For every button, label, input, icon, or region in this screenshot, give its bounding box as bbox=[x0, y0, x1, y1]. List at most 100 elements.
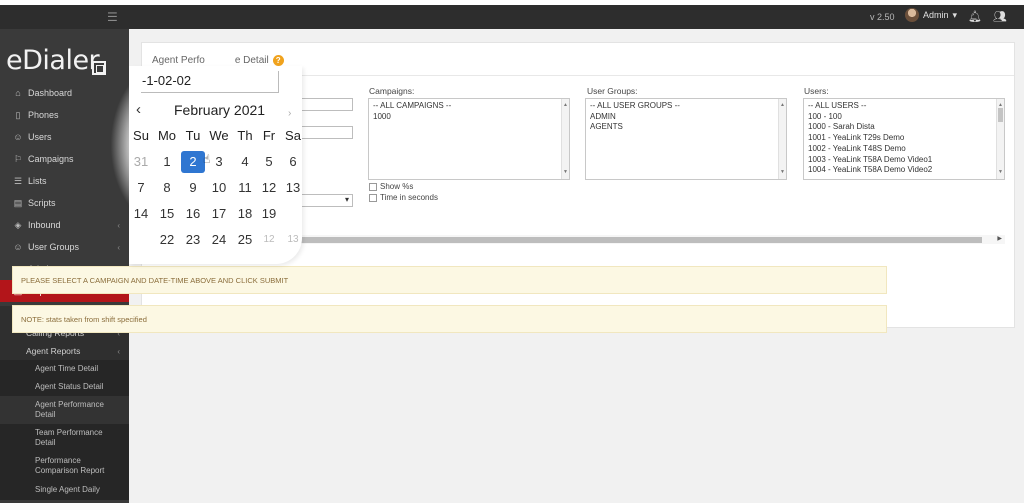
home-icon: ⌂ bbox=[15, 88, 21, 98]
list-item[interactable]: 100 - 100 bbox=[808, 112, 1000, 123]
user-menu[interactable]: Admin ▾ bbox=[905, 8, 957, 22]
weekday-header: Th bbox=[237, 128, 253, 143]
bell-icon[interactable]: 🔔︎ bbox=[968, 10, 982, 23]
list-item[interactable]: 1004 - YeaLink T58A Demo Video2 bbox=[808, 165, 1000, 176]
calendar-day[interactable]: 14 bbox=[129, 203, 153, 225]
user-groups-listbox[interactable]: -- ALL USER GROUPS -- ADMIN AGENTS ▲ ▼ bbox=[585, 98, 787, 180]
sidebar-report-agent-time-detail[interactable]: Agent Time Detail bbox=[0, 360, 129, 378]
logo-text: eDialer bbox=[6, 45, 100, 76]
list-item[interactable]: 1000 bbox=[373, 112, 565, 123]
sidebar-report-team-performance-detail[interactable]: Team Performance Detail bbox=[0, 424, 129, 452]
top-navbar: ☰ v 2.50 Admin ▾ 🔔︎ 👥︎ bbox=[0, 5, 1024, 29]
sidebar-report-performance-comparison-report[interactable]: Performance Comparison Report bbox=[0, 452, 129, 480]
sidebar-report-agent-status-detail[interactable]: Agent Status Detail bbox=[0, 378, 129, 396]
list-item[interactable]: -- ALL USERS -- bbox=[808, 101, 1000, 112]
campaigns-listbox[interactable]: -- ALL CAMPAIGNS -- 1000 ▲ ▼ bbox=[368, 98, 570, 180]
date-input[interactable]: -1-02-02 bbox=[141, 71, 279, 93]
calendar-day[interactable]: 19 bbox=[257, 203, 281, 225]
calendar-day[interactable]: 11 bbox=[233, 177, 257, 199]
help-icon[interactable]: ? bbox=[272, 55, 284, 66]
sidebar-item-user-groups[interactable]: ☺ User Groups ‹ bbox=[0, 236, 129, 258]
calendar-day[interactable]: 22 bbox=[155, 229, 179, 251]
checkbox-box[interactable] bbox=[369, 193, 377, 202]
list-item[interactable]: -- ALL CAMPAIGNS -- bbox=[373, 101, 565, 112]
sidebar-report-agent-performance-detail[interactable]: Agent Performance Detail bbox=[0, 396, 129, 424]
calendar-day[interactable]: 13 bbox=[281, 229, 305, 251]
calendar-day[interactable]: 6 bbox=[281, 151, 305, 173]
list-item[interactable]: -- ALL USER GROUPS -- bbox=[590, 101, 782, 112]
scroll-thumb[interactable] bbox=[256, 237, 982, 243]
calendar-day[interactable]: 3 bbox=[207, 151, 231, 173]
group-icon: ☺ bbox=[13, 242, 23, 252]
scrollbar[interactable]: ▲ ▼ bbox=[778, 99, 786, 179]
users-icon[interactable]: 👥︎ bbox=[993, 10, 1007, 23]
prev-month-button[interactable]: ‹ bbox=[136, 101, 141, 118]
show-percent-checkbox[interactable]: Show %s bbox=[369, 182, 413, 191]
sidebar-item-label: Scripts bbox=[28, 198, 56, 208]
calendar-day[interactable]: 10 bbox=[207, 177, 231, 199]
calendar-day[interactable]: 1 bbox=[155, 151, 179, 173]
calendar-day[interactable]: 24 bbox=[207, 229, 231, 251]
chevron-left-icon: ‹ bbox=[117, 242, 120, 252]
calendar-day[interactable]: 4 bbox=[233, 151, 257, 173]
calendar-day[interactable]: 31 bbox=[129, 151, 153, 173]
sidebar-item-label: Campaigns bbox=[28, 154, 74, 164]
submit-notice: PLEASE SELECT A CAMPAIGN AND DATE-TIME A… bbox=[12, 266, 887, 294]
time-in-seconds-checkbox[interactable]: Time in seconds bbox=[369, 193, 438, 202]
list-item[interactable]: 1000 - Sarah Dista bbox=[808, 122, 1000, 133]
hamburger-icon[interactable]: ☰ bbox=[107, 10, 118, 24]
list-item[interactable]: 1002 - YeaLink T48S Demo bbox=[808, 144, 1000, 155]
calendar-day[interactable]: 12 bbox=[257, 177, 281, 199]
calendar-day[interactable]: 16 bbox=[181, 203, 205, 225]
scroll-thumb[interactable] bbox=[998, 108, 1003, 122]
calendar-day[interactable]: 18 bbox=[233, 203, 257, 225]
sidebar-report-label: Agent Time Detail bbox=[35, 364, 99, 373]
list-item[interactable]: AGENTS bbox=[590, 122, 782, 133]
month-label: February 2021 bbox=[174, 102, 266, 118]
users-label: Users: bbox=[804, 86, 829, 96]
flag-icon: ⚐ bbox=[13, 153, 23, 164]
sidebar-report-label: Single Agent Daily bbox=[35, 485, 100, 494]
checkbox-box[interactable] bbox=[369, 182, 377, 191]
scroll-down-icon[interactable]: ▼ bbox=[780, 167, 785, 178]
calendar-day[interactable]: 17 bbox=[207, 203, 231, 225]
calendar-day[interactable]: 8 bbox=[155, 177, 179, 199]
scroll-up-icon[interactable]: ▲ bbox=[780, 100, 785, 111]
file-icon: ▤ bbox=[13, 197, 23, 208]
weekday-header: Sa bbox=[285, 128, 301, 143]
calendar-day[interactable]: 23 bbox=[181, 229, 205, 251]
calendar-day[interactable]: 7 bbox=[129, 177, 153, 199]
weekday-header: Tu bbox=[185, 128, 201, 143]
calendar-day[interactable]: 9 bbox=[181, 177, 205, 199]
calendar-day[interactable]: 12 bbox=[257, 229, 281, 251]
next-month-button[interactable]: › bbox=[288, 108, 291, 119]
logo-mark bbox=[92, 61, 106, 75]
scroll-right-icon[interactable]: ▶ bbox=[997, 235, 1002, 242]
calendar-day[interactable]: 15 bbox=[155, 203, 179, 225]
sidebar-item-label: Users bbox=[28, 132, 52, 142]
list-item[interactable]: ADMIN bbox=[590, 112, 782, 123]
sidebar-report-label: Team Performance Detail bbox=[35, 428, 103, 447]
sidebar-item-label: Dashboard bbox=[28, 88, 73, 98]
users-listbox[interactable]: -- ALL USERS -- 100 - 100 1000 - Sarah D… bbox=[803, 98, 1005, 180]
chevron-down-icon: ▾ bbox=[952, 9, 958, 20]
scroll-down-icon[interactable]: ▼ bbox=[998, 167, 1003, 178]
list-item[interactable]: 1003 - YeaLink T58A Demo Video1 bbox=[808, 155, 1000, 166]
calendar-day[interactable]: 2 bbox=[181, 151, 205, 173]
sidebar-report-label: Agent Status Detail bbox=[35, 382, 104, 391]
list-item[interactable]: 1001 - YeaLink T29s Demo bbox=[808, 133, 1000, 144]
calendar-day[interactable]: 13 bbox=[281, 177, 305, 199]
campaigns-label: Campaigns: bbox=[369, 86, 415, 96]
sidebar-subitem-agent-reports[interactable]: Agent Reports ‹ bbox=[0, 342, 129, 360]
sidebar-item-label: Lists bbox=[28, 176, 47, 186]
scroll-down-icon[interactable]: ▼ bbox=[563, 167, 568, 178]
weekday-header: Su bbox=[133, 128, 149, 143]
sidebar-report-single-agent-daily[interactable]: Single Agent Daily bbox=[0, 480, 129, 500]
weekday-header: We bbox=[209, 128, 229, 143]
scroll-up-icon[interactable]: ▲ bbox=[563, 100, 568, 111]
calendar-day[interactable]: 25 bbox=[233, 229, 257, 251]
calendar-day[interactable]: 5 bbox=[257, 151, 281, 173]
scrollbar[interactable]: ▲ ▼ bbox=[996, 99, 1004, 179]
sidebar-subitem-label: Agent Reports bbox=[26, 346, 81, 356]
scrollbar[interactable]: ▲ ▼ bbox=[561, 99, 569, 179]
